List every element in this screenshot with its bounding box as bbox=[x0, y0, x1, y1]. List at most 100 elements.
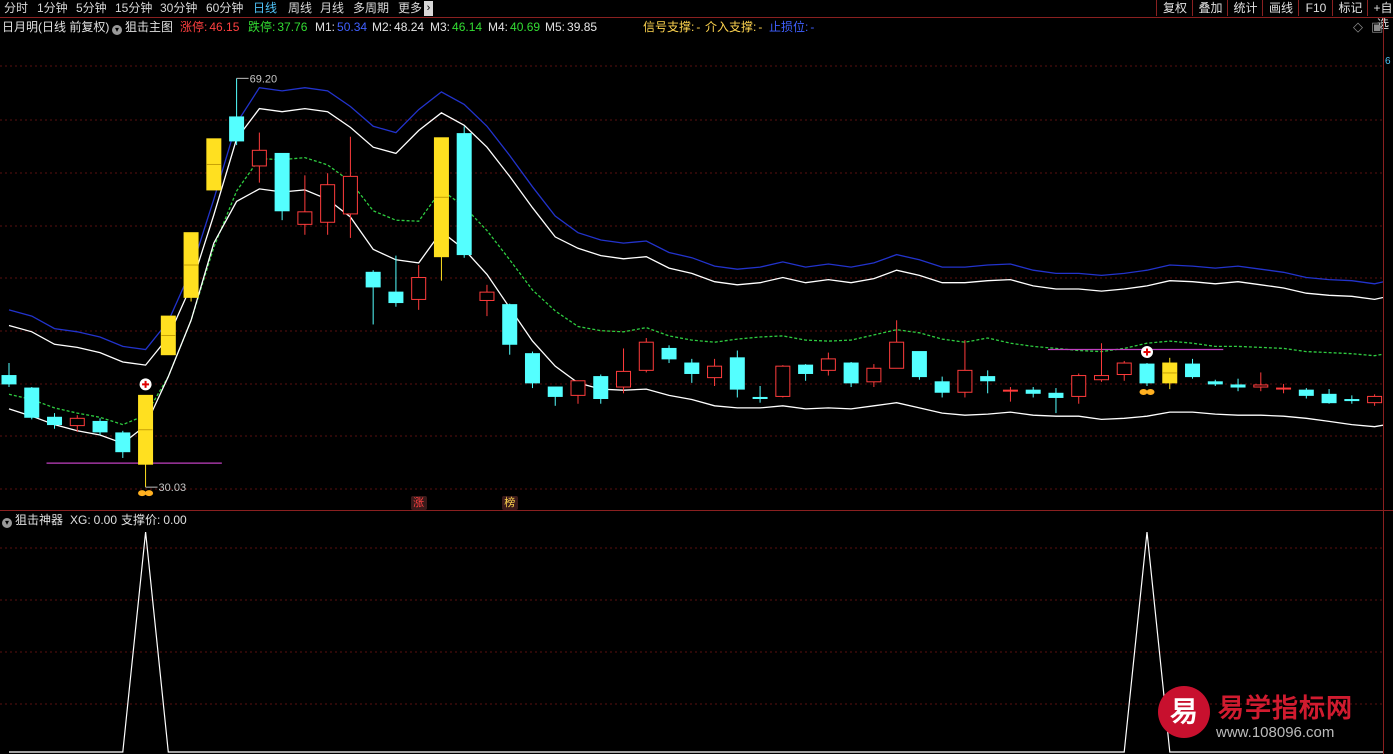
candle[interactable] bbox=[820, 352, 836, 376]
toolbar-button-2[interactable]: 统计 bbox=[1227, 0, 1263, 16]
candle[interactable] bbox=[206, 138, 222, 191]
candle[interactable] bbox=[570, 380, 586, 404]
indicator-item-value: 37.76 bbox=[277, 20, 308, 34]
candle[interactable] bbox=[411, 265, 427, 310]
period-tab-5[interactable]: 60分钟 bbox=[206, 1, 243, 16]
candle[interactable] bbox=[138, 394, 154, 488]
candle-body bbox=[843, 362, 859, 384]
candle[interactable] bbox=[1367, 394, 1383, 406]
candle[interactable] bbox=[274, 152, 290, 221]
watermark-badge: 易 bbox=[1158, 686, 1210, 738]
toolbar-button-4[interactable]: F10 bbox=[1298, 0, 1333, 16]
toolbar-button-5[interactable]: 标记 bbox=[1332, 0, 1368, 16]
candle[interactable] bbox=[1, 363, 17, 388]
candle[interactable] bbox=[524, 351, 540, 389]
candle[interactable] bbox=[684, 358, 700, 383]
candle[interactable] bbox=[297, 175, 313, 235]
diamond-icon[interactable]: ◇ bbox=[1353, 19, 1363, 34]
candle[interactable] bbox=[24, 387, 40, 420]
toolbar-button-6[interactable]: +自选 bbox=[1367, 0, 1393, 31]
event-tag[interactable]: 榜 bbox=[501, 496, 518, 510]
candle[interactable] bbox=[661, 345, 677, 364]
period-tab-10[interactable]: 更多 bbox=[398, 1, 422, 16]
window-icon[interactable]: ▣ bbox=[1371, 19, 1383, 34]
candle[interactable] bbox=[342, 136, 358, 238]
toolbar-button-0[interactable]: 复权 bbox=[1156, 0, 1193, 16]
candle[interactable] bbox=[593, 374, 609, 404]
candle[interactable] bbox=[1162, 357, 1178, 390]
candle[interactable] bbox=[251, 132, 267, 183]
candle[interactable] bbox=[160, 315, 176, 356]
candle[interactable] bbox=[183, 232, 199, 302]
candle[interactable] bbox=[1048, 388, 1064, 414]
stock-title[interactable]: 日月明(日线 前复权) bbox=[2, 20, 109, 35]
candle[interactable] bbox=[889, 320, 905, 369]
period-tab-8[interactable]: 月线 bbox=[320, 1, 344, 16]
candle[interactable] bbox=[1116, 360, 1132, 381]
candle[interactable] bbox=[388, 255, 404, 307]
candle[interactable] bbox=[866, 364, 882, 388]
sub-indicator-label: 狙击神器 bbox=[15, 513, 64, 527]
candle[interactable] bbox=[1185, 358, 1201, 379]
candle[interactable] bbox=[1207, 379, 1223, 386]
candle-body bbox=[69, 417, 85, 427]
candle[interactable] bbox=[1321, 389, 1337, 404]
candle[interactable] bbox=[638, 338, 654, 373]
candle[interactable] bbox=[1230, 378, 1246, 392]
candle[interactable] bbox=[92, 418, 108, 435]
candle[interactable] bbox=[1276, 383, 1292, 394]
period-tab-3[interactable]: 15分钟 bbox=[115, 1, 152, 16]
period-tab-1[interactable]: 1分钟 bbox=[37, 1, 68, 16]
period-toolbar: 分时 1分钟 5分钟 15分钟 30分钟 60分钟 日线 周线 月线 多周期 更多 › 复权 叠加 统计 画线… bbox=[0, 0, 1393, 31]
period-tab-9[interactable]: 多周期 bbox=[353, 1, 389, 16]
more-arrow-icon[interactable]: › bbox=[424, 1, 433, 16]
candle-body bbox=[92, 420, 108, 433]
candle[interactable] bbox=[115, 430, 131, 458]
candle[interactable] bbox=[752, 385, 768, 403]
candle[interactable] bbox=[502, 303, 518, 355]
main-indicator-name[interactable]: ▾ 狙击主图 bbox=[112, 20, 173, 35]
candle[interactable] bbox=[934, 376, 950, 398]
toolbar-button-1[interactable]: 叠加 bbox=[1192, 0, 1228, 16]
toolbar-button-3[interactable]: 画线 bbox=[1262, 0, 1299, 16]
signal-item-value: - bbox=[696, 20, 701, 34]
candle[interactable] bbox=[433, 137, 449, 281]
butterfly-icon bbox=[138, 490, 154, 497]
candle[interactable] bbox=[479, 284, 495, 317]
indicator-item-4: M3: 46.14 bbox=[430, 20, 482, 35]
dashed-band-line bbox=[8, 156, 1383, 426]
candle[interactable] bbox=[1139, 363, 1155, 386]
candlestick-chart[interactable]: 69.20 30.03 bbox=[0, 38, 1383, 510]
indicator-item-6: M5: 39.85 bbox=[545, 20, 597, 35]
candle[interactable] bbox=[1344, 395, 1360, 404]
event-tag[interactable]: 涨 bbox=[410, 496, 427, 510]
period-tab-2[interactable]: 5分钟 bbox=[76, 1, 107, 16]
candle[interactable] bbox=[547, 386, 563, 406]
indicator-menu-icon[interactable]: ▾ bbox=[112, 25, 122, 35]
period-tab-0[interactable]: 分时 bbox=[4, 1, 28, 16]
candle[interactable] bbox=[911, 351, 927, 380]
toolbar-divider bbox=[0, 17, 1393, 18]
candle[interactable] bbox=[229, 78, 245, 146]
candle[interactable] bbox=[1025, 387, 1041, 398]
candle[interactable] bbox=[798, 364, 814, 381]
candle[interactable] bbox=[729, 350, 745, 398]
sub-indicator-menu-icon[interactable]: ▾ bbox=[2, 518, 12, 528]
period-tab-7[interactable]: 周线 bbox=[288, 1, 312, 16]
candle[interactable] bbox=[1298, 388, 1314, 399]
candle[interactable] bbox=[616, 348, 632, 394]
candle[interactable] bbox=[365, 270, 381, 325]
candle[interactable] bbox=[1071, 373, 1087, 404]
candle[interactable] bbox=[456, 126, 472, 258]
candle[interactable] bbox=[1002, 387, 1018, 402]
candle[interactable] bbox=[1253, 372, 1269, 392]
candle[interactable] bbox=[320, 173, 336, 235]
candle[interactable] bbox=[707, 358, 723, 386]
period-tab-4[interactable]: 30分钟 bbox=[160, 1, 197, 16]
candle[interactable] bbox=[957, 340, 973, 398]
period-tab-6[interactable]: 日线 bbox=[253, 1, 277, 16]
sub-indicator-name[interactable]: ▾ 狙击神器 bbox=[2, 513, 63, 528]
candle[interactable] bbox=[843, 362, 859, 388]
candle[interactable] bbox=[980, 370, 996, 394]
candle[interactable] bbox=[775, 365, 791, 398]
